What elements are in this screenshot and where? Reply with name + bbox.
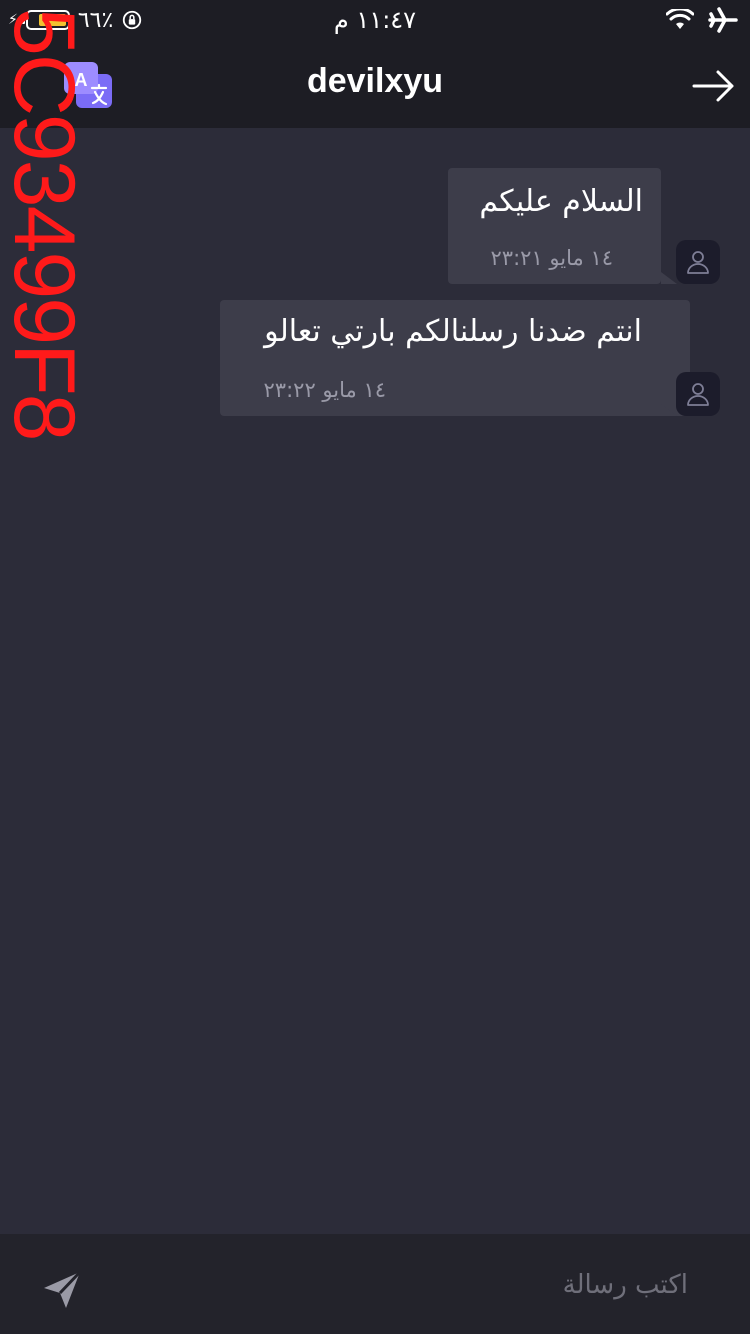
status-right [666, 6, 738, 34]
user-icon [687, 383, 709, 406]
message-text: انتم ضدنا رسلنالكم بارتي تعالو [264, 314, 642, 349]
status-time: ١١:٤٧ م [333, 6, 417, 34]
back-button[interactable] [692, 66, 736, 106]
message-text: السلام عليكم [479, 184, 643, 219]
message-timestamp: ١٤ مايو ٢٣:٢٢ [263, 378, 386, 402]
message-input[interactable] [110, 1262, 690, 1308]
message-timestamp: ١٤ مايو ٢٣:٢١ [490, 246, 613, 270]
wifi-icon [666, 9, 694, 29]
bubble-tail [661, 404, 677, 416]
bubble-tail [661, 272, 677, 284]
status-bar: ⚡ ٦٦٪ ١١:٤٧ م [0, 0, 750, 40]
composer-bar [0, 1234, 750, 1334]
message-bubble[interactable]: انتم ضدنا رسلنالكم بارتي تعالو ١٤ مايو ٢… [220, 300, 690, 416]
airplane-icon [708, 7, 738, 33]
message-bubble[interactable]: السلام عليكم ١٤ مايو ٢٣:٢١ [448, 168, 661, 284]
chat-title: devilxyu [306, 62, 444, 100]
chat-screen: ⚡ ٦٦٪ ١١:٤٧ م A devilxyu 5C93499F8 السلا… [0, 0, 750, 1334]
avatar[interactable] [676, 240, 720, 284]
top-bar: ⚡ ٦٦٪ ١١:٤٧ م A devilxyu [0, 0, 750, 128]
avatar[interactable] [676, 372, 720, 416]
watermark-code: 5C93499F8 [0, 8, 92, 440]
user-icon [687, 251, 709, 274]
send-button[interactable] [38, 1266, 86, 1314]
